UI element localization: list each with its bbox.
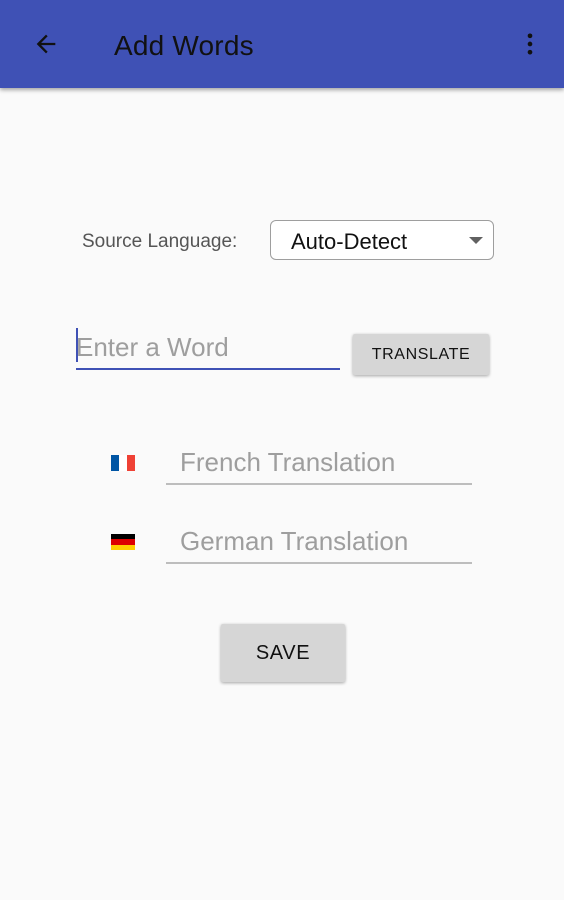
- app-bar: Add Words: [0, 0, 564, 88]
- word-input[interactable]: [76, 330, 340, 370]
- france-flag-icon: [111, 455, 135, 471]
- save-button[interactable]: SAVE: [221, 624, 345, 682]
- text-cursor: [76, 328, 78, 362]
- page-title: Add Words: [114, 30, 254, 61]
- flag-stripe-gold: [111, 544, 135, 550]
- source-language-label: Source Language:: [82, 231, 238, 252]
- flag-stripe-blue: [111, 455, 119, 471]
- translate-button[interactable]: TRANSLATE: [353, 334, 489, 375]
- arrow-back-icon: [36, 34, 56, 54]
- germany-flag-icon: [111, 534, 135, 550]
- german-translation-field[interactable]: [166, 524, 472, 564]
- dropdown-caret-icon: [469, 237, 483, 244]
- back-button[interactable]: [24, 22, 68, 66]
- flag-stripe-red: [127, 455, 135, 471]
- source-language-selected: Auto-Detect: [291, 229, 408, 254]
- overflow-menu-button[interactable]: [508, 22, 552, 66]
- source-language-dropdown[interactable]: Auto-Detect: [270, 220, 494, 260]
- flag-stripe-white: [119, 455, 127, 471]
- french-translation-field[interactable]: [166, 445, 472, 485]
- more-vert-icon: [527, 33, 533, 55]
